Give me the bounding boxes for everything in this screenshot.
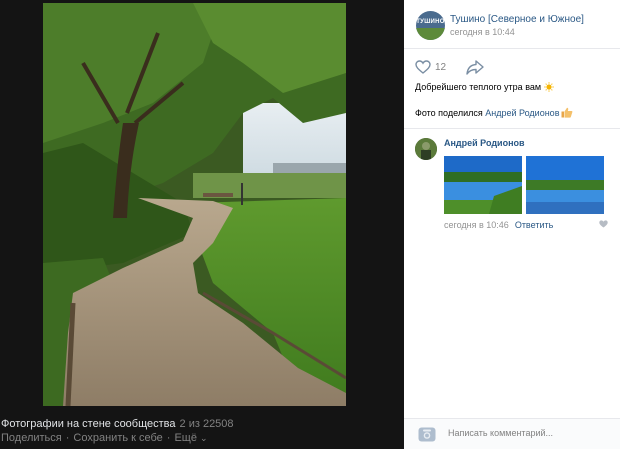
- comment-author-link[interactable]: Андрей Родионов: [444, 138, 525, 148]
- post-text-body: Добрейшего теплого утра вам: [415, 82, 542, 92]
- reply-link[interactable]: Ответить: [515, 220, 553, 230]
- heart-icon[interactable]: [415, 60, 431, 74]
- group-name-link[interactable]: Тушино [Северное и Южное]: [450, 14, 584, 25]
- park-path-photo: [43, 3, 346, 406]
- commenter-avatar-image: [415, 138, 437, 160]
- photo-viewer: Фотографии на стене сообщества 2 из 22508…: [0, 0, 404, 448]
- avatar-band: [416, 28, 445, 40]
- post-panel: ТУШИНО Тушино [Северное и Южное] сегодня…: [404, 0, 620, 449]
- comment-photo-2[interactable]: [526, 156, 604, 214]
- comment-meta: сегодня в 10:46 Ответить: [444, 220, 553, 230]
- save-link[interactable]: Сохранить к себе: [73, 432, 162, 444]
- shared-prefix: Фото поделился: [415, 108, 483, 118]
- lake-photo: [444, 156, 522, 214]
- thumbs-up-emoji-icon: [561, 107, 573, 118]
- divider: [404, 128, 620, 129]
- share-icon[interactable]: [466, 59, 484, 75]
- separator-dot: ·: [166, 432, 171, 444]
- camera-icon[interactable]: [418, 427, 436, 442]
- like-count: 12: [435, 62, 447, 73]
- group-avatar-logo: ТУШИНО: [416, 19, 445, 25]
- post-text: Добрейшего теплого утра вам: [415, 82, 554, 92]
- main-photo[interactable]: [43, 3, 346, 406]
- photo-counter: 2 из 22508: [179, 418, 234, 430]
- commenter-avatar[interactable]: [415, 138, 437, 160]
- comment-like-icon[interactable]: [599, 220, 608, 228]
- lake-photo: [526, 156, 604, 214]
- viewer-actions: Поделиться · Сохранить к себе · Ещё ⌄: [1, 432, 208, 444]
- more-label: Ещё: [174, 432, 197, 444]
- share-link[interactable]: Поделиться: [1, 432, 62, 444]
- comment-input[interactable]: [448, 428, 608, 438]
- sun-emoji-icon: [544, 82, 554, 92]
- album-caption[interactable]: Фотографии на стене сообщества 2 из 22508: [1, 418, 234, 430]
- shared-author-link[interactable]: Андрей Родионов: [485, 108, 559, 118]
- post-time[interactable]: сегодня в 10:44: [450, 27, 515, 37]
- shared-by: Фото поделился Андрей Родионов: [415, 107, 573, 118]
- comment-photo-1[interactable]: [444, 156, 522, 214]
- comment-time[interactable]: сегодня в 10:46: [444, 220, 509, 230]
- comment-composer: [404, 418, 620, 449]
- divider: [404, 48, 620, 49]
- more-link[interactable]: Ещё ⌄: [174, 432, 207, 444]
- separator-dot: ·: [65, 432, 70, 444]
- group-avatar[interactable]: ТУШИНО: [416, 11, 445, 40]
- album-title[interactable]: Фотографии на стене сообщества: [1, 418, 176, 430]
- chevron-down-icon: ⌄: [200, 433, 208, 443]
